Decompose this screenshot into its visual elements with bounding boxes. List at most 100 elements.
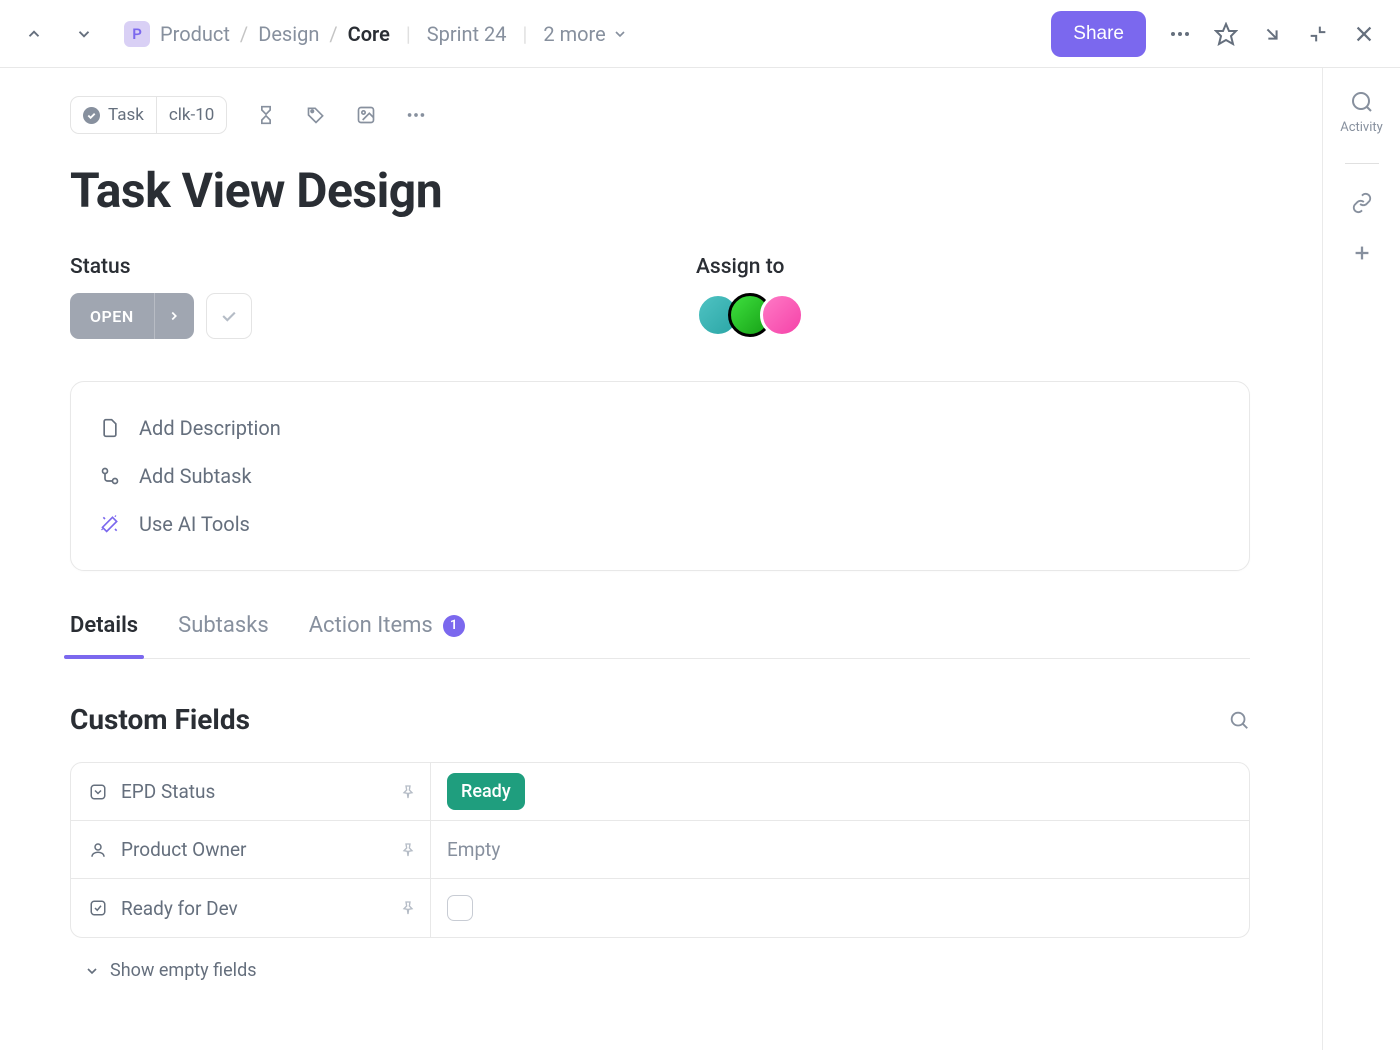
link-icon bbox=[1351, 192, 1373, 214]
search-icon[interactable] bbox=[1228, 709, 1250, 731]
custom-field-value[interactable]: Empty bbox=[431, 821, 1249, 878]
chevron-down-icon bbox=[612, 26, 628, 42]
breadcrumb-more-label: 2 more bbox=[543, 22, 605, 46]
avatar[interactable] bbox=[760, 293, 804, 337]
breadcrumb-divider: | bbox=[523, 22, 528, 46]
breadcrumb-divider: | bbox=[406, 22, 411, 46]
status-label: Status bbox=[70, 255, 696, 279]
assignee-avatars[interactable] bbox=[696, 293, 1322, 337]
tab-details[interactable]: Details bbox=[70, 613, 138, 658]
tab-action-items-label: Action Items bbox=[309, 613, 433, 638]
ai-tools-button[interactable]: Use AI Tools bbox=[99, 500, 1221, 548]
task-meta-row: Task clk-10 bbox=[70, 96, 1322, 134]
close-icon[interactable] bbox=[1352, 22, 1376, 46]
add-description-label: Add Description bbox=[139, 416, 281, 440]
assign-block: Assign to bbox=[696, 255, 1322, 339]
mark-complete-button[interactable] bbox=[206, 293, 252, 339]
task-id: clk-10 bbox=[157, 105, 226, 125]
plus-icon bbox=[1351, 242, 1373, 264]
document-icon bbox=[99, 417, 121, 439]
hourglass-icon[interactable] bbox=[255, 104, 277, 126]
custom-field-name: Ready for Dev bbox=[121, 897, 238, 920]
more-icon[interactable] bbox=[1168, 22, 1192, 46]
custom-fields-header: Custom Fields bbox=[70, 703, 1250, 736]
description-card: Add Description Add Subtask Use AI Tools bbox=[70, 381, 1250, 571]
status-value: OPEN bbox=[70, 307, 154, 326]
main-content: Task clk-10 Task View Design bbox=[0, 68, 1322, 1050]
breadcrumb-more[interactable]: 2 more bbox=[543, 22, 627, 46]
custom-field-name: EPD Status bbox=[121, 780, 215, 803]
custom-field-value[interactable]: Ready bbox=[431, 763, 1249, 820]
task-type-label: Task bbox=[108, 105, 144, 125]
custom-field-label[interactable]: Product Owner bbox=[71, 821, 431, 878]
export-icon[interactable] bbox=[1260, 22, 1284, 46]
detail-tabs: Details Subtasks Action Items 1 bbox=[70, 613, 1250, 659]
subtask-icon bbox=[99, 465, 121, 487]
custom-field-value[interactable] bbox=[431, 879, 1249, 937]
tab-action-items[interactable]: Action Items 1 bbox=[309, 613, 465, 658]
breadcrumb-separator: / bbox=[329, 22, 337, 46]
custom-field-empty-text: Empty bbox=[447, 838, 500, 861]
show-empty-fields-label: Show empty fields bbox=[110, 960, 257, 981]
activity-button[interactable]: Activity bbox=[1340, 90, 1383, 135]
tab-subtasks[interactable]: Subtasks bbox=[178, 613, 269, 658]
add-subtask-button[interactable]: Add Subtask bbox=[99, 452, 1221, 500]
pin-icon[interactable] bbox=[400, 784, 416, 800]
checkbox-input[interactable] bbox=[447, 895, 473, 921]
custom-field-row: EPD Status Ready bbox=[71, 763, 1249, 821]
breadcrumb: P Product / Design / Core | Sprint 24 | … bbox=[124, 21, 628, 47]
custom-field-row: Product Owner Empty bbox=[71, 821, 1249, 879]
add-description-button[interactable]: Add Description bbox=[99, 404, 1221, 452]
breadcrumb-item-current[interactable]: Core bbox=[348, 22, 390, 46]
person-field-icon bbox=[89, 841, 107, 859]
status-block: Status OPEN bbox=[70, 255, 696, 339]
nav-arrows bbox=[24, 24, 94, 44]
copy-link-button[interactable] bbox=[1351, 192, 1373, 214]
status-button[interactable]: OPEN bbox=[70, 293, 194, 339]
custom-field-name: Product Owner bbox=[121, 838, 247, 861]
expand-down-icon[interactable] bbox=[74, 24, 94, 44]
task-title[interactable]: Task View Design bbox=[70, 162, 1322, 219]
right-rail: Activity bbox=[1322, 68, 1400, 1050]
project-badge[interactable]: P bbox=[124, 21, 150, 47]
custom-fields-heading: Custom Fields bbox=[70, 703, 250, 736]
activity-label: Activity bbox=[1340, 120, 1383, 135]
image-icon[interactable] bbox=[355, 104, 377, 126]
add-subtask-label: Add Subtask bbox=[139, 464, 252, 488]
collapse-up-icon[interactable] bbox=[24, 24, 44, 44]
more-icon[interactable] bbox=[405, 104, 427, 126]
assign-label: Assign to bbox=[696, 255, 1322, 279]
star-icon[interactable] bbox=[1214, 22, 1238, 46]
magic-wand-icon bbox=[99, 513, 121, 535]
header: P Product / Design / Core | Sprint 24 | … bbox=[0, 0, 1400, 68]
minimize-icon[interactable] bbox=[1306, 22, 1330, 46]
add-panel-button[interactable] bbox=[1351, 242, 1373, 264]
tab-action-items-badge: 1 bbox=[443, 615, 465, 637]
pin-icon[interactable] bbox=[400, 842, 416, 858]
task-type-pill[interactable]: Task clk-10 bbox=[70, 96, 227, 134]
dropdown-field-icon bbox=[89, 783, 107, 801]
checkbox-field-icon bbox=[89, 899, 107, 917]
tag-icon[interactable] bbox=[305, 104, 327, 126]
breadcrumb-item[interactable]: Product bbox=[160, 22, 230, 46]
breadcrumb-sprint[interactable]: Sprint 24 bbox=[427, 22, 507, 46]
chevron-down-icon bbox=[84, 963, 100, 979]
activity-icon bbox=[1350, 90, 1374, 114]
custom-fields-table: EPD Status Ready Product Owner bbox=[70, 762, 1250, 938]
custom-field-label[interactable]: EPD Status bbox=[71, 763, 431, 820]
rail-divider bbox=[1345, 163, 1379, 164]
share-button[interactable]: Share bbox=[1051, 11, 1146, 57]
task-meta-icons bbox=[255, 104, 427, 126]
task-type-check-icon bbox=[83, 107, 100, 124]
status-pill: Ready bbox=[447, 773, 525, 810]
breadcrumb-separator: / bbox=[240, 22, 248, 46]
custom-field-row: Ready for Dev bbox=[71, 879, 1249, 937]
task-properties: Status OPEN Assign to bbox=[70, 255, 1322, 339]
custom-field-label[interactable]: Ready for Dev bbox=[71, 879, 431, 937]
breadcrumb-item[interactable]: Design bbox=[258, 22, 319, 46]
header-actions bbox=[1168, 22, 1376, 46]
show-empty-fields-button[interactable]: Show empty fields bbox=[84, 960, 1322, 981]
ai-tools-label: Use AI Tools bbox=[139, 512, 250, 536]
pin-icon[interactable] bbox=[400, 900, 416, 916]
status-next-icon[interactable] bbox=[154, 293, 194, 339]
